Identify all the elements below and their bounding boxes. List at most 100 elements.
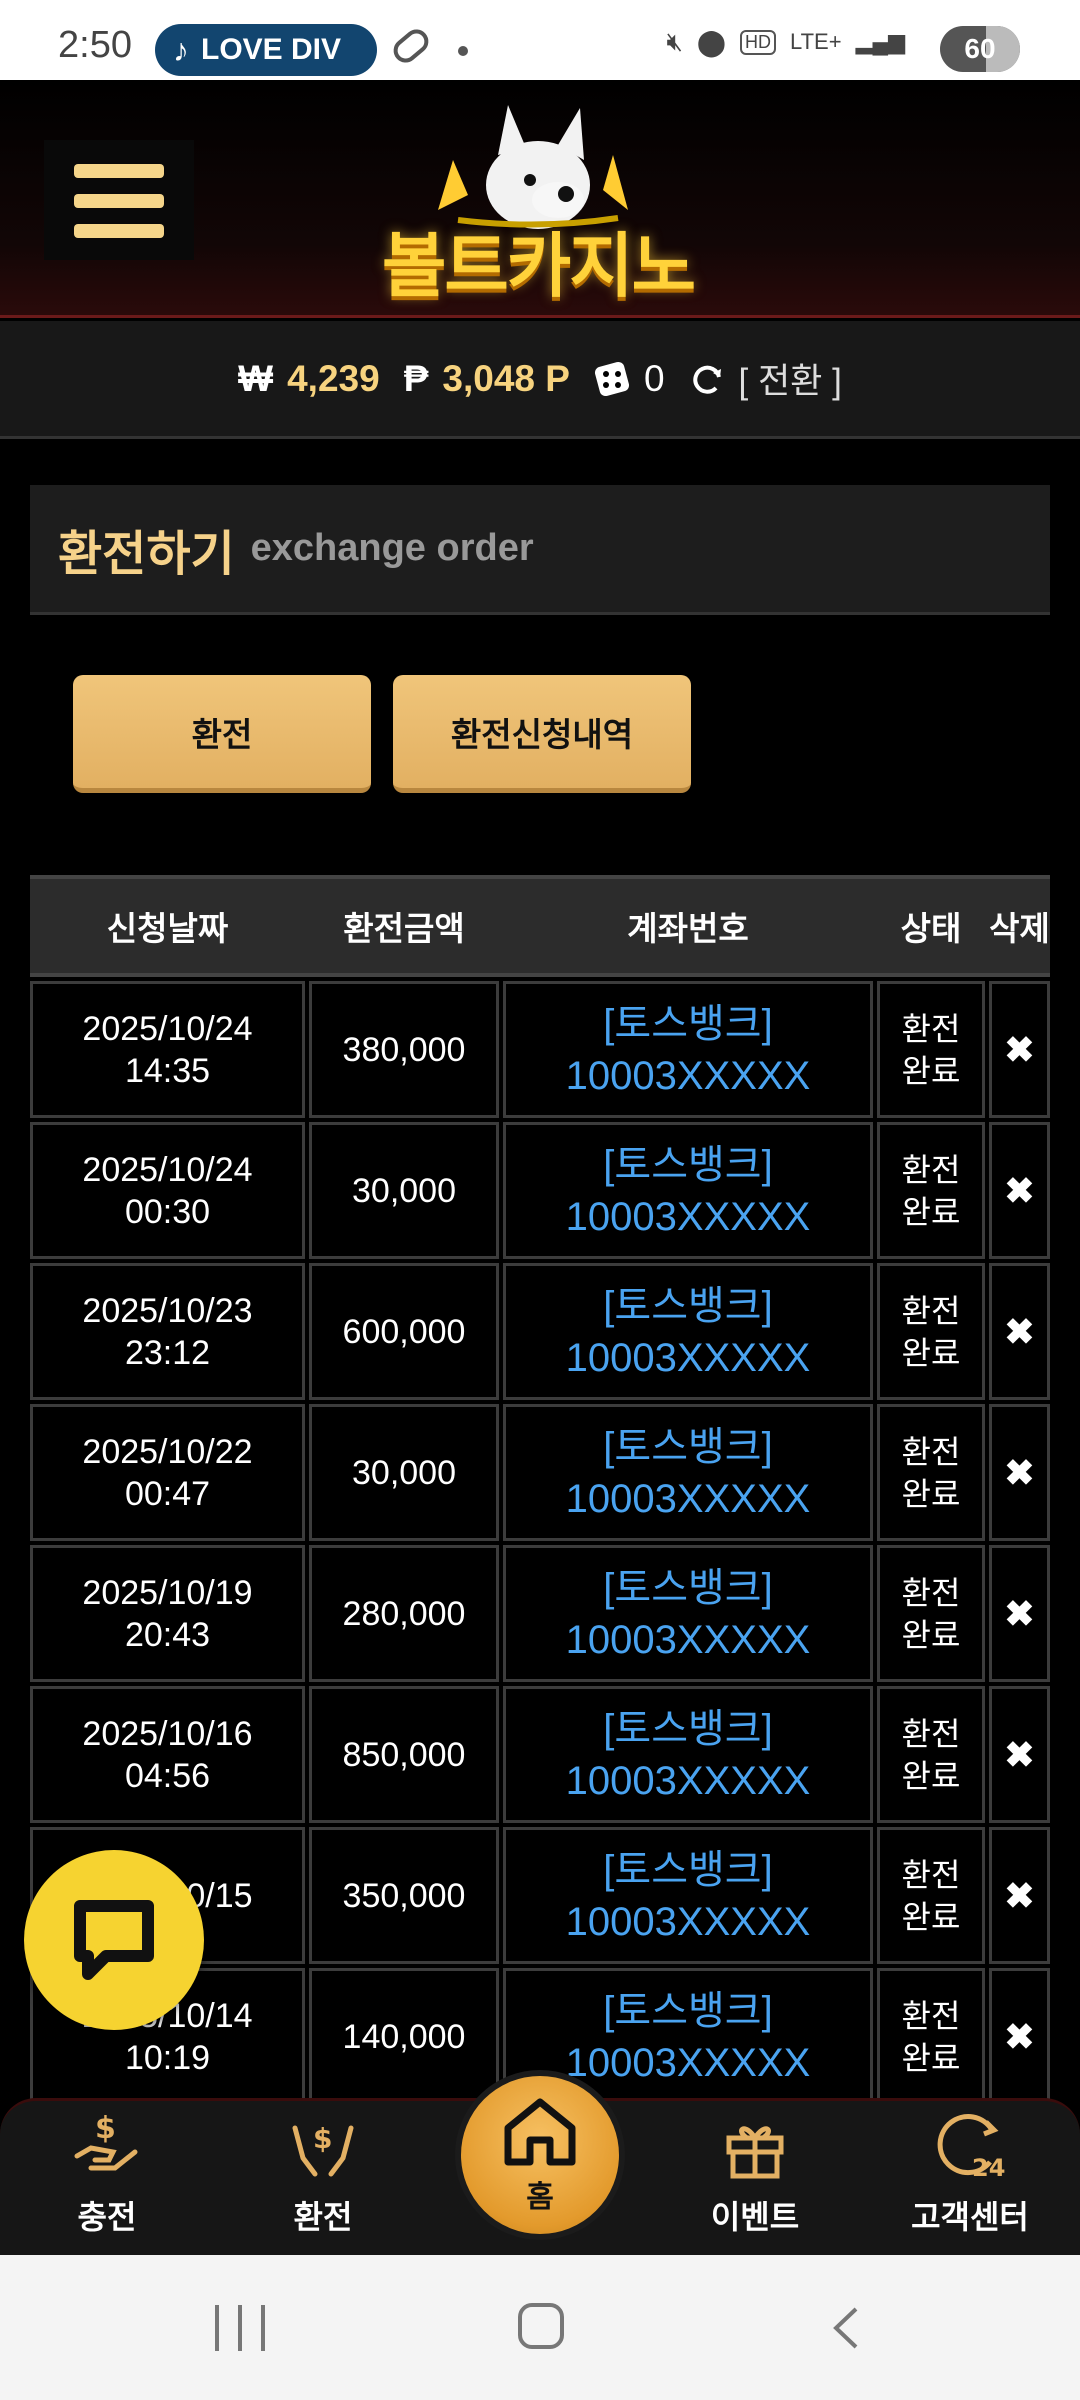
- table-row: 2025/10/22 00:47 30,000 [토스뱅크] 10003XXXXX …: [30, 1404, 1050, 1545]
- cell-status: 환전 완료: [877, 981, 985, 1118]
- nav-deposit-label: 충전: [77, 2198, 137, 2236]
- point-icon: ₱: [403, 357, 429, 399]
- music-note-icon: ♪: [173, 31, 189, 68]
- delete-icon[interactable]: ✖: [989, 1686, 1050, 1823]
- cell-status: 환전 완료: [877, 1545, 985, 1682]
- cell-account[interactable]: [토스뱅크] 10003XXXXX: [503, 1404, 873, 1541]
- hd-icon: HD: [740, 29, 776, 55]
- status-icons: 🔇︎ ⬤ HD LTE+ ▂▄▆: [667, 26, 906, 58]
- nav-event-label: 이벤트: [710, 2198, 800, 2236]
- cell-amount: 600,000: [309, 1263, 499, 1400]
- cell-date: 2025/10/19 20:43: [30, 1545, 305, 1682]
- battery-icon: 60: [940, 26, 1020, 72]
- chip-balance: 0: [594, 358, 665, 400]
- nav-support[interactable]: 24 고객센터: [880, 2101, 1060, 2258]
- system-home-button[interactable]: [518, 2303, 564, 2349]
- cell-account[interactable]: [토스뱅크] 10003XXXXX: [503, 1686, 873, 1823]
- table-row: 2025/10/19 20:43 280,000 [토스뱅크] 10003XXXXX…: [30, 1545, 1050, 1686]
- cell-status: 환전 완료: [877, 1404, 985, 1541]
- live-chat-button[interactable]: [24, 1850, 204, 2030]
- cell-status: 환전 완료: [877, 1968, 985, 2105]
- support-24-icon: 24: [937, 2114, 1005, 2182]
- cell-amount: 30,000: [309, 1404, 499, 1541]
- page-title: 환전하기: [58, 525, 235, 582]
- location-icon: ⬤: [696, 26, 726, 57]
- svg-text:$: $: [95, 2111, 116, 2146]
- home-icon: [504, 2098, 576, 2166]
- cell-amount: 30,000: [309, 1122, 499, 1259]
- chat-bubble-icon: [74, 1900, 154, 1980]
- table-header: 신청날짜 환전금액 계좌번호 상태 삭제: [30, 875, 1050, 977]
- music-chip-label: LOVE DIV: [201, 33, 342, 66]
- header-delete: 삭제: [989, 909, 1050, 948]
- tab-exchange[interactable]: 환전: [73, 675, 371, 793]
- cell-amount: 380,000: [309, 981, 499, 1118]
- cell-amount: 850,000: [309, 1686, 499, 1823]
- cell-date: 2025/10/23 23:12: [30, 1263, 305, 1400]
- cell-account[interactable]: [토스뱅크] 10003XXXXX: [503, 1545, 873, 1682]
- cell-status: 환전 완료: [877, 1263, 985, 1400]
- nav-event[interactable]: 이벤트: [665, 2101, 845, 2258]
- balance-bar: ₩ 4,239 ₱ 3,048 P 0 [ 전환 ]: [0, 321, 1080, 439]
- music-chip[interactable]: ♪ LOVE DIV: [155, 24, 377, 76]
- network-label: LTE+: [790, 29, 842, 54]
- page-title-bar: 환전하기 exchange order: [30, 485, 1050, 615]
- page-subtitle: exchange order: [250, 527, 534, 569]
- battery-level: 60: [964, 33, 996, 64]
- delete-icon[interactable]: ✖: [989, 1545, 1050, 1682]
- chip-count: 0: [643, 357, 665, 399]
- hamburger-menu-button[interactable]: [44, 140, 194, 260]
- dice-icon: [594, 361, 629, 396]
- cell-date: 2025/10/24 00:30: [30, 1122, 305, 1259]
- cell-date: 2025/10/24 14:35: [30, 981, 305, 1118]
- header-status: 상태: [900, 909, 962, 948]
- cell-status: 환전 완료: [877, 1686, 985, 1823]
- cell-date: 2025/10/16 04:56: [30, 1686, 305, 1823]
- header-account: 계좌번호: [627, 909, 749, 948]
- delete-icon[interactable]: ✖: [989, 1827, 1050, 1964]
- nav-exchange[interactable]: $ 환전: [233, 2101, 413, 2258]
- cell-account[interactable]: [토스뱅크] 10003XXXXX: [503, 1827, 873, 1964]
- nav-home-label: 홈: [526, 2180, 554, 2215]
- svg-text:24: 24: [972, 2154, 1005, 2182]
- svg-text:$: $: [313, 2122, 332, 2155]
- cell-amount: 280,000: [309, 1545, 499, 1682]
- logo-text: 볼트카지노: [382, 225, 696, 307]
- delete-icon[interactable]: ✖: [989, 1404, 1050, 1541]
- delete-icon[interactable]: ✖: [989, 1263, 1050, 1400]
- tab-exchange-history[interactable]: 환전신청내역: [393, 675, 691, 793]
- status-time: 2:50: [58, 24, 132, 66]
- gift-icon: [726, 2126, 784, 2179]
- logo[interactable]: 볼트카지노: [358, 100, 718, 307]
- header-date: 신청날짜: [106, 909, 229, 948]
- app-header: 볼트카지노: [0, 80, 1080, 318]
- table-row: 2025/10/24 14:35 380,000 [토스뱅크] 10003XXXXX…: [30, 981, 1050, 1122]
- won-amount: 4,239: [287, 357, 380, 399]
- cell-amount: 350,000: [309, 1827, 499, 1964]
- cell-status: 환전 완료: [877, 1122, 985, 1259]
- header-amount: 환전금액: [343, 909, 465, 948]
- signal-icon: ▂▄▆: [855, 29, 905, 54]
- delete-icon[interactable]: ✖: [989, 1122, 1050, 1259]
- nav-deposit[interactable]: $ 충전: [17, 2101, 197, 2258]
- cell-account[interactable]: [토스뱅크] 10003XXXXX: [503, 1263, 873, 1400]
- delete-icon[interactable]: ✖: [989, 981, 1050, 1118]
- nav-home[interactable]: 홈: [455, 2070, 625, 2240]
- pill-icon: [388, 24, 434, 68]
- nav-exchange-label: 환전: [293, 2198, 353, 2236]
- notification-dot-icon: [458, 46, 468, 56]
- hand-coin-icon: $: [74, 2111, 138, 2171]
- cell-account[interactable]: [토스뱅크] 10003XXXXX: [503, 981, 873, 1118]
- delete-icon[interactable]: ✖: [989, 1968, 1050, 2105]
- cell-account[interactable]: [토스뱅크] 10003XXXXX: [503, 1122, 873, 1259]
- table-row: 2025/10/16 04:56 850,000 [토스뱅크] 10003XXXXX…: [30, 1686, 1050, 1827]
- convert-button[interactable]: [ 전환 ]: [689, 353, 842, 404]
- back-button[interactable]: [830, 2305, 860, 2351]
- point-balance: ₱ 3,048 P: [404, 358, 570, 400]
- status-bar: 2:50 ♪ LOVE DIV 🔇︎ ⬤ HD LTE+ ▂▄▆ 60: [0, 0, 1080, 80]
- nav-support-label: 고객센터: [911, 2198, 1029, 2236]
- cell-date: 2025/10/22 00:47: [30, 1404, 305, 1541]
- recent-apps-button[interactable]: [215, 2305, 265, 2351]
- table-row: 2025/10/24 00:30 30,000 [토스뱅크] 10003XXXXX …: [30, 1122, 1050, 1263]
- cell-status: 환전 완료: [877, 1827, 985, 1964]
